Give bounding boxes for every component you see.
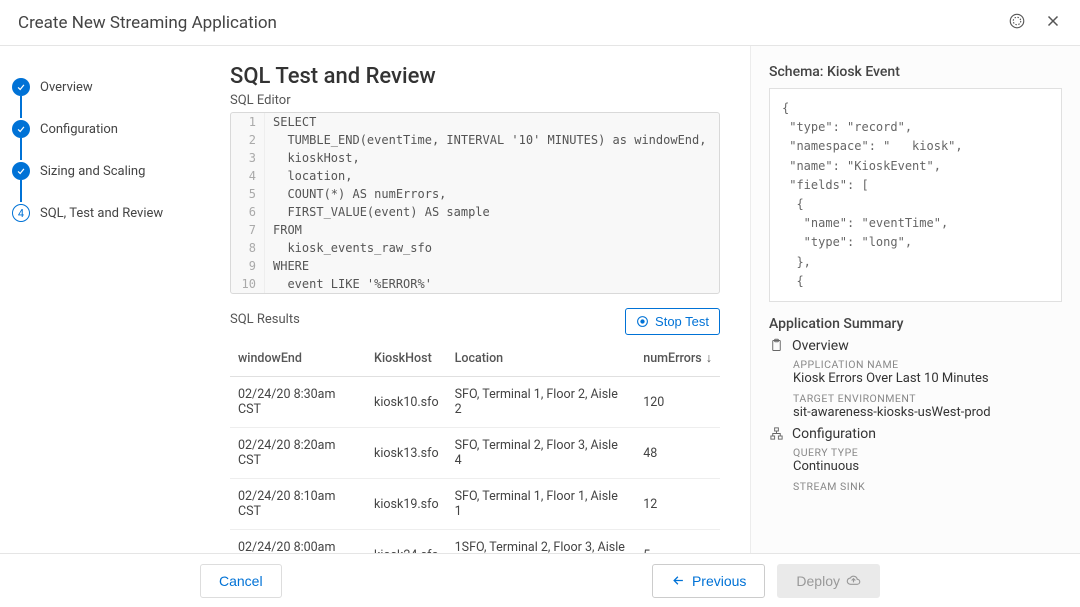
- wizard-stepper: Overview Configuration Sizing and Scalin…: [0, 46, 200, 553]
- side-panel: Schema: Kiosk Event { "type": "record", …: [750, 46, 1080, 553]
- step-label: SQL, Test and Review: [40, 206, 163, 221]
- sql-line: 10 event LIKE '%ERROR%': [231, 275, 719, 293]
- app-name-key: APPLICATION NAME: [793, 358, 1062, 371]
- target-env-key: TARGET ENVIRONMENT: [793, 392, 1062, 405]
- summary-configuration-header[interactable]: Configuration: [769, 426, 1062, 442]
- table-row[interactable]: 02/24/20 8:30am CSTkiosk10.sfoSFO, Termi…: [230, 377, 720, 428]
- cloud-upload-icon: [846, 573, 861, 588]
- sql-editor-label: SQL Editor: [230, 93, 720, 108]
- table-cell: kiosk10.sfo: [366, 377, 447, 428]
- schema-json-box[interactable]: { "type": "record", "namespace": " kiosk…: [769, 88, 1062, 302]
- sql-line: 6 FIRST_VALUE(event) AS sample: [231, 203, 719, 221]
- table-cell: 02/24/20 8:10am CST: [230, 479, 366, 530]
- results-table: windowEndKioskHostLocationnumErrors↓ 02/…: [230, 341, 720, 553]
- table-cell: 1SFO, Terminal 2, Floor 3, Aisle 2: [447, 530, 636, 554]
- table-cell: SFO, Terminal 2, Floor 3, Aisle 4: [447, 428, 636, 479]
- stop-icon: [636, 315, 649, 328]
- table-row[interactable]: 02/24/20 8:00am CSTkiosk24.sfo1SFO, Term…: [230, 530, 720, 554]
- table-cell: 5: [635, 530, 720, 554]
- cancel-button[interactable]: Cancel: [200, 564, 282, 598]
- sql-line: 9WHERE: [231, 257, 719, 275]
- table-cell: 02/24/20 8:30am CST: [230, 377, 366, 428]
- main-content: SQL Test and Review SQL Editor 1SELECT2 …: [200, 46, 750, 553]
- table-cell: SFO, Terminal 1, Floor 2, Aisle 2: [447, 377, 636, 428]
- table-cell: SFO, Terminal 1, Floor 1, Aisle 1: [447, 479, 636, 530]
- table-row[interactable]: 02/24/20 8:10am CSTkiosk19.sfoSFO, Termi…: [230, 479, 720, 530]
- step-label: Overview: [40, 80, 93, 95]
- help-icon[interactable]: [1008, 12, 1026, 34]
- step-overview[interactable]: Overview: [12, 66, 188, 108]
- step-label: Configuration: [40, 122, 118, 137]
- sql-line: 5 COUNT(*) AS numErrors,: [231, 185, 719, 203]
- table-cell: 120: [635, 377, 720, 428]
- app-name-val: Kiosk Errors Over Last 10 Minutes: [793, 371, 1062, 386]
- step-sql-test-review[interactable]: 4 SQL, Test and Review: [12, 192, 188, 234]
- table-cell: 02/24/20 8:00am CST: [230, 530, 366, 554]
- sql-line: 1SELECT: [231, 113, 719, 131]
- app-summary-title: Application Summary: [769, 316, 1062, 332]
- summary-overview-header[interactable]: Overview: [769, 338, 1062, 354]
- sql-line: 3 kioskHost,: [231, 149, 719, 167]
- query-type-key: QUERY TYPE: [793, 446, 1062, 459]
- target-env-val: sit-awareness-kiosks-usWest-prod: [793, 405, 1062, 420]
- query-type-val: Continuous: [793, 459, 1062, 474]
- sql-line: 2 TUMBLE_END(eventTime, INTERVAL '10' MI…: [231, 131, 719, 149]
- wizard-footer: Cancel Previous Deploy: [0, 553, 1080, 607]
- schema-title: Schema: Kiosk Event: [769, 64, 1062, 80]
- stream-sink-key: STREAM SINK: [793, 480, 1062, 493]
- sql-line: 7FROM: [231, 221, 719, 239]
- stop-test-button[interactable]: Stop Test: [625, 308, 720, 335]
- sql-editor[interactable]: 1SELECT2 TUMBLE_END(eventTime, INTERVAL …: [230, 112, 720, 294]
- previous-button[interactable]: Previous: [652, 564, 765, 598]
- column-header[interactable]: windowEnd: [230, 341, 366, 377]
- sitemap-icon: [769, 426, 784, 441]
- step-configuration[interactable]: Configuration: [12, 108, 188, 150]
- table-cell: 02/24/20 8:20am CST: [230, 428, 366, 479]
- sql-line: 8 kiosk_events_raw_sfo: [231, 239, 719, 257]
- table-cell: kiosk19.sfo: [366, 479, 447, 530]
- clipboard-icon: [769, 338, 784, 353]
- deploy-button: Deploy: [777, 564, 880, 598]
- sql-line: 4 location,: [231, 167, 719, 185]
- step-sizing[interactable]: Sizing and Scaling: [12, 150, 188, 192]
- column-header[interactable]: numErrors↓: [635, 341, 720, 377]
- sql-results-label: SQL Results: [230, 312, 300, 327]
- table-row[interactable]: 02/24/20 8:20am CSTkiosk13.sfoSFO, Termi…: [230, 428, 720, 479]
- sort-desc-icon: ↓: [706, 351, 712, 366]
- close-icon[interactable]: [1044, 12, 1062, 34]
- table-cell: kiosk13.sfo: [366, 428, 447, 479]
- column-header[interactable]: KioskHost: [366, 341, 447, 377]
- column-header[interactable]: Location: [447, 341, 636, 377]
- modal-header: Create New Streaming Application: [0, 0, 1080, 46]
- table-cell: 12: [635, 479, 720, 530]
- page-title: SQL Test and Review: [230, 64, 720, 89]
- table-cell: 48: [635, 428, 720, 479]
- modal-title: Create New Streaming Application: [18, 13, 277, 33]
- step-label: Sizing and Scaling: [40, 164, 145, 179]
- arrow-left-icon: [671, 573, 686, 588]
- table-cell: kiosk24.sfo: [366, 530, 447, 554]
